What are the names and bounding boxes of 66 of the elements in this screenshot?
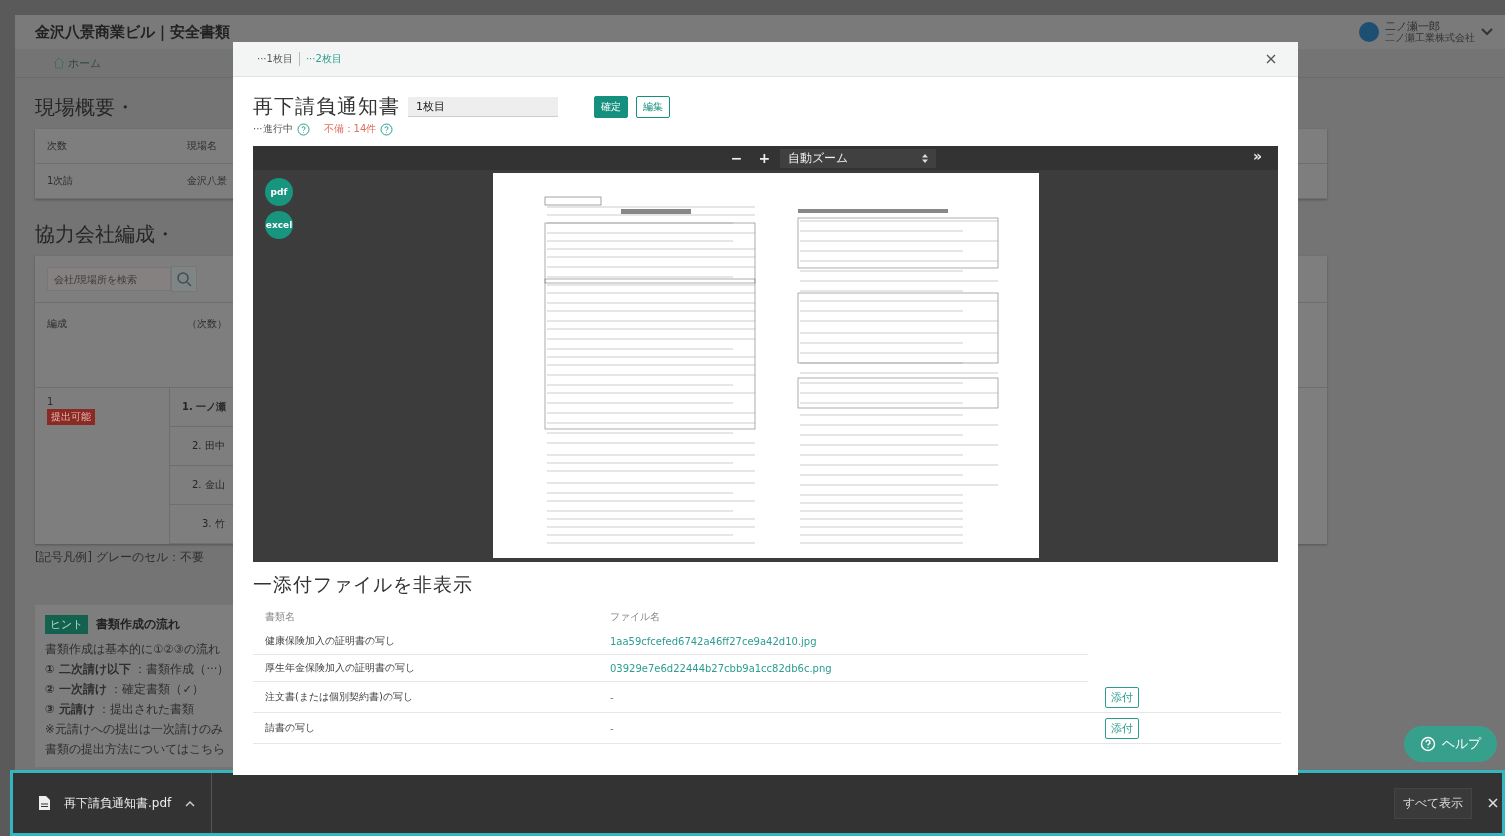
attach-button[interactable]: 添付 (1105, 717, 1139, 739)
close-icon[interactable] (1266, 54, 1276, 64)
table-cell-text: 1次請 (46, 174, 75, 188)
file-name: - (610, 722, 614, 734)
file-name: - (610, 691, 614, 703)
column-header: 現場名 (186, 139, 218, 153)
show-all-button[interactable]: すべて表示 (1394, 787, 1472, 819)
document-name: 請書の写し (264, 721, 316, 735)
help-icon[interactable] (296, 122, 310, 136)
document-name: 健康保険加入の証明書の写し (264, 634, 396, 648)
sidebar-toggle-button[interactable]: » (1246, 148, 1268, 164)
section-heading: 現場概要・ (35, 94, 135, 121)
avatar-icon[interactable] (1359, 22, 1379, 42)
dialog-title: 再下請負通知書 (253, 93, 400, 120)
chevron-up-icon[interactable] (185, 799, 196, 807)
file-link[interactable]: 03929e7e6d22444b27cbb9a1cc82db6c.png (610, 662, 832, 674)
download-button[interactable]: excel (265, 211, 293, 239)
column-header: ファイル名 (610, 610, 660, 624)
sheet-name-field[interactable]: 1枚目 (408, 96, 558, 117)
hint-line: 書類作成は基本的に①②③の流れ (45, 642, 220, 657)
site-title: 金沢八景商業ビル｜安全書類 (35, 22, 230, 42)
home-icon[interactable] (53, 57, 65, 69)
chevron-down-icon[interactable] (1481, 28, 1493, 36)
help-icon[interactable] (380, 122, 394, 136)
hint-line: ① 二次請け以下 ：書類作成（···） (45, 662, 230, 677)
column-header: 編成 (46, 317, 68, 331)
company-name[interactable]: 1. 一ノ瀬 (182, 400, 227, 414)
sort-arrows-icon (922, 153, 929, 163)
action-button[interactable]: 編集 (636, 95, 670, 118)
file-link[interactable]: 1aa59cfcefed6742a46ff27ce9a42d10.jpg (610, 635, 817, 647)
document-name: 注文書(または個別契約書)の写し (264, 690, 414, 704)
company-name[interactable]: 2. 田中 (192, 439, 225, 453)
company-name[interactable]: 3. 竹 (202, 517, 225, 531)
hint-line: ② 一次請け ：確定書類（✓） (45, 682, 205, 697)
company-name[interactable]: 2. 金山 (192, 478, 225, 492)
status-badge: 提出可能 (47, 409, 95, 425)
group-number: 1 (47, 396, 54, 407)
zoom-in-button[interactable]: + (752, 150, 777, 166)
table-cell-text: 金沢八景 (186, 174, 228, 188)
defect-count: 不備：14件 (323, 122, 377, 136)
sheet-tab[interactable]: ···1枚目 (251, 52, 299, 66)
file-icon (39, 796, 50, 810)
hint-badge: ヒント (45, 615, 88, 634)
section-heading: 協力会社編成・ (35, 221, 175, 248)
column-header: 書類名 (264, 610, 296, 624)
zoom-select[interactable]: 自動ズーム (780, 148, 937, 168)
legend-text: [記号凡例] グレーのセル：不要 (35, 550, 204, 565)
search-icon[interactable] (171, 266, 197, 292)
sheet-tab[interactable]: ···2枚目 (298, 52, 348, 66)
downloaded-file-name[interactable]: 再下請負通知書.pdf (64, 794, 172, 812)
hint-line: ※元請けへの提出は一次請けのみ (45, 722, 223, 737)
document-name: 厚生年金保険加入の証明書の写し (264, 661, 416, 675)
attach-button[interactable]: 添付 (1105, 686, 1139, 708)
action-button[interactable]: 確定 (594, 95, 628, 118)
search-field[interactable]: 会社/現場所を検索 (47, 267, 171, 291)
help-button[interactable]: ヘルプ (1404, 726, 1497, 762)
zoom-out-button[interactable]: − (724, 150, 749, 166)
hint-line: ③ 元請け ：提出された書類 (45, 702, 195, 717)
hide-attachments-toggle[interactable]: 一添付ファイルを非表示 (253, 572, 473, 598)
status-text: ···進行中 (253, 122, 293, 136)
column-header: 次数 (46, 139, 68, 153)
help-icon (1420, 736, 1436, 752)
hint-line: 書類の提出方法についてはこちら (45, 742, 225, 757)
hint-title: 書類作成の流れ (96, 617, 180, 632)
download-button[interactable]: pdf (265, 178, 293, 206)
column-header: （次数） (186, 317, 228, 331)
